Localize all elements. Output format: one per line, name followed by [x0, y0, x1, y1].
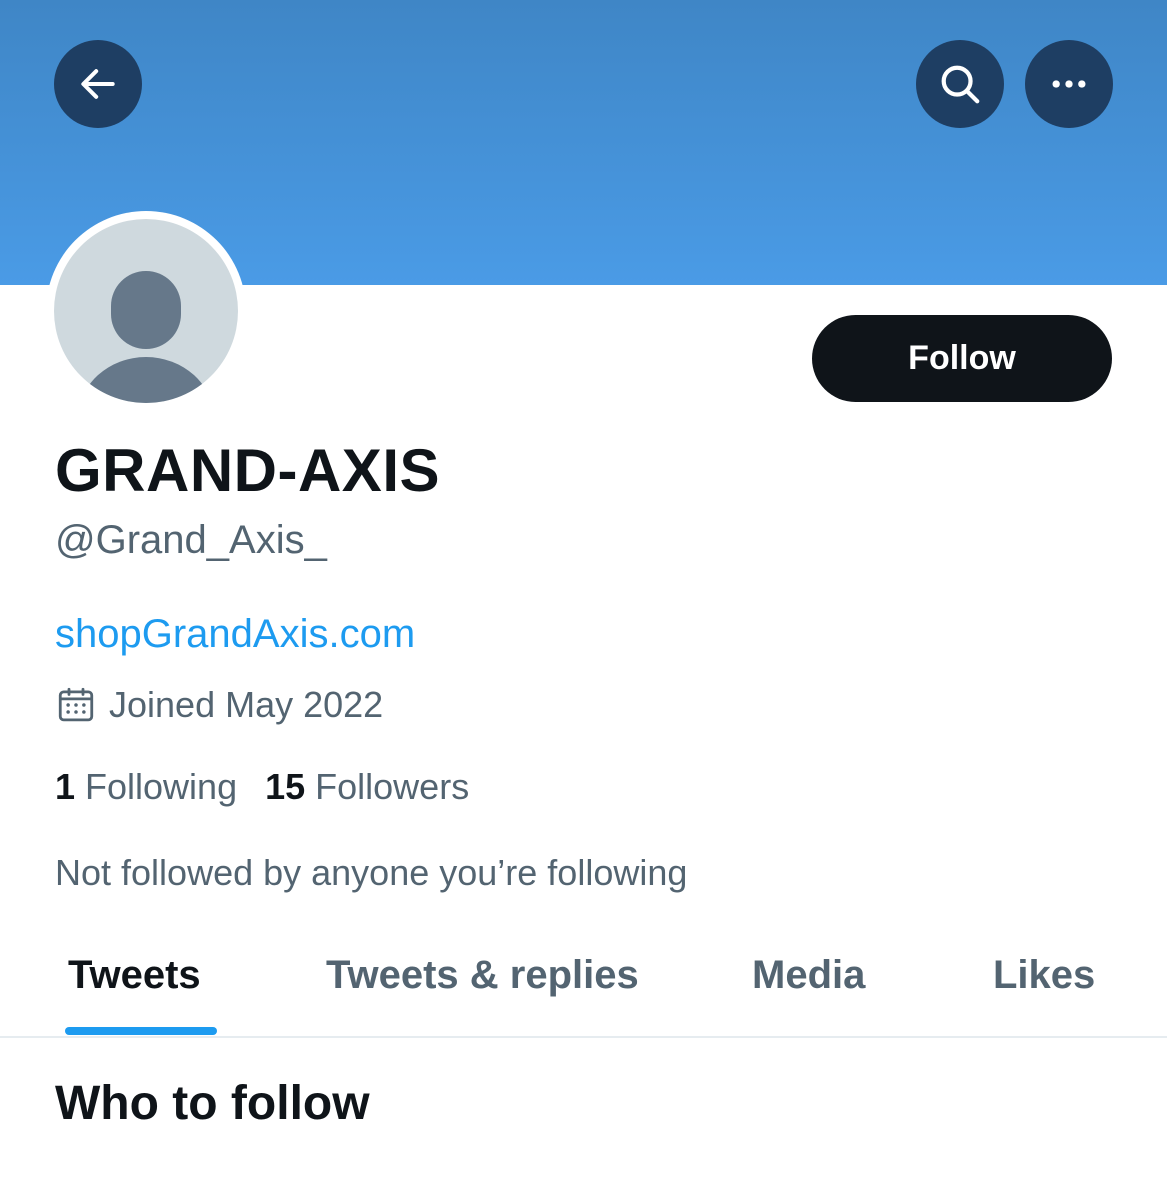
avatar[interactable] — [46, 211, 246, 411]
search-button[interactable] — [916, 40, 1004, 128]
tab-media[interactable]: Media — [752, 953, 865, 998]
following-count: 1 — [55, 766, 76, 807]
profile-website-link[interactable]: shopGrandAxis.com — [55, 612, 415, 657]
more-button[interactable] — [1025, 40, 1113, 128]
calendar-icon — [58, 687, 94, 722]
search-icon — [941, 65, 980, 104]
avatar-image — [54, 219, 238, 403]
active-tab-indicator — [65, 1027, 217, 1035]
tabs-divider — [0, 1036, 1167, 1038]
tab-tweets-replies[interactable]: Tweets & replies — [326, 953, 639, 998]
followed-by-note: Not followed by anyone you’re following — [55, 852, 688, 893]
tab-tweets[interactable]: Tweets — [68, 953, 201, 998]
back-button[interactable] — [54, 40, 142, 128]
tab-likes[interactable]: Likes — [993, 953, 1095, 998]
who-to-follow-heading: Who to follow — [55, 1077, 370, 1130]
followers-link[interactable]: 15 Followers — [265, 766, 469, 808]
profile-name: GRAND-AXIS — [55, 437, 441, 504]
following-label: Following — [85, 766, 238, 807]
followers-label: Followers — [315, 766, 470, 807]
arrow-left-icon — [81, 69, 115, 99]
profile-handle: @Grand_Axis_ — [55, 518, 327, 562]
joined-text: Joined May 2022 — [109, 684, 384, 725]
follow-stats: 1 Following 15 Followers — [55, 766, 497, 808]
default-avatar-icon — [80, 271, 212, 403]
following-link[interactable]: 1 Following — [55, 766, 237, 808]
more-horizontal-icon — [1052, 80, 1086, 88]
followers-count: 15 — [265, 766, 306, 807]
joined-date: Joined May 2022 — [55, 684, 383, 726]
follow-button[interactable]: Follow — [812, 315, 1112, 402]
